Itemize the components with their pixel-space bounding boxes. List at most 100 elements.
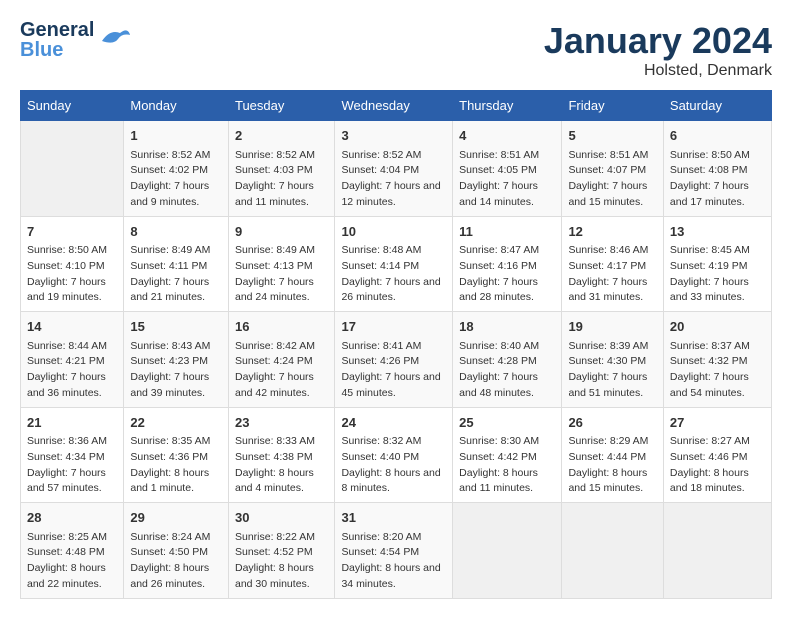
calendar-cell: 22Sunrise: 8:35 AM Sunset: 4:36 PM Dayli… (124, 407, 229, 503)
day-info: Sunrise: 8:40 AM Sunset: 4:28 PM Dayligh… (459, 339, 555, 402)
day-number: 6 (670, 126, 765, 146)
day-info: Sunrise: 8:44 AM Sunset: 4:21 PM Dayligh… (27, 339, 117, 402)
calendar-cell: 5Sunrise: 8:51 AM Sunset: 4:07 PM Daylig… (562, 121, 663, 217)
day-number: 26 (568, 413, 656, 433)
day-number: 4 (459, 126, 555, 146)
calendar-week-row: 14Sunrise: 8:44 AM Sunset: 4:21 PM Dayli… (21, 312, 772, 408)
day-number: 3 (341, 126, 446, 146)
day-number: 1 (130, 126, 222, 146)
calendar-table: Sunday Monday Tuesday Wednesday Thursday… (20, 90, 772, 599)
day-number: 21 (27, 413, 117, 433)
day-number: 19 (568, 317, 656, 337)
calendar-cell: 27Sunrise: 8:27 AM Sunset: 4:46 PM Dayli… (663, 407, 771, 503)
calendar-cell: 7Sunrise: 8:50 AM Sunset: 4:10 PM Daylig… (21, 216, 124, 312)
day-info: Sunrise: 8:30 AM Sunset: 4:42 PM Dayligh… (459, 434, 555, 497)
calendar-cell: 12Sunrise: 8:46 AM Sunset: 4:17 PM Dayli… (562, 216, 663, 312)
calendar-week-row: 1Sunrise: 8:52 AM Sunset: 4:02 PM Daylig… (21, 121, 772, 217)
day-number: 7 (27, 222, 117, 242)
day-info: Sunrise: 8:20 AM Sunset: 4:54 PM Dayligh… (341, 530, 446, 593)
day-number: 20 (670, 317, 765, 337)
calendar-cell: 26Sunrise: 8:29 AM Sunset: 4:44 PM Dayli… (562, 407, 663, 503)
day-number: 14 (27, 317, 117, 337)
day-info: Sunrise: 8:24 AM Sunset: 4:50 PM Dayligh… (130, 530, 222, 593)
day-info: Sunrise: 8:52 AM Sunset: 4:02 PM Dayligh… (130, 148, 222, 211)
day-number: 9 (235, 222, 328, 242)
calendar-cell: 14Sunrise: 8:44 AM Sunset: 4:21 PM Dayli… (21, 312, 124, 408)
calendar-cell (663, 503, 771, 599)
calendar-cell: 2Sunrise: 8:52 AM Sunset: 4:03 PM Daylig… (228, 121, 334, 217)
col-saturday: Saturday (663, 91, 771, 121)
day-number: 17 (341, 317, 446, 337)
calendar-cell: 21Sunrise: 8:36 AM Sunset: 4:34 PM Dayli… (21, 407, 124, 503)
day-number: 16 (235, 317, 328, 337)
day-info: Sunrise: 8:48 AM Sunset: 4:14 PM Dayligh… (341, 243, 446, 306)
day-number: 13 (670, 222, 765, 242)
col-thursday: Thursday (453, 91, 562, 121)
calendar-cell: 10Sunrise: 8:48 AM Sunset: 4:14 PM Dayli… (335, 216, 453, 312)
day-number: 15 (130, 317, 222, 337)
col-monday: Monday (124, 91, 229, 121)
calendar-cell: 19Sunrise: 8:39 AM Sunset: 4:30 PM Dayli… (562, 312, 663, 408)
day-number: 24 (341, 413, 446, 433)
calendar-cell: 16Sunrise: 8:42 AM Sunset: 4:24 PM Dayli… (228, 312, 334, 408)
col-tuesday: Tuesday (228, 91, 334, 121)
day-info: Sunrise: 8:43 AM Sunset: 4:23 PM Dayligh… (130, 339, 222, 402)
day-number: 8 (130, 222, 222, 242)
day-info: Sunrise: 8:29 AM Sunset: 4:44 PM Dayligh… (568, 434, 656, 497)
col-sunday: Sunday (21, 91, 124, 121)
calendar-cell (453, 503, 562, 599)
day-number: 2 (235, 126, 328, 146)
day-number: 31 (341, 508, 446, 528)
col-wednesday: Wednesday (335, 91, 453, 121)
day-number: 25 (459, 413, 555, 433)
calendar-cell (562, 503, 663, 599)
day-info: Sunrise: 8:22 AM Sunset: 4:52 PM Dayligh… (235, 530, 328, 593)
location: Holsted, Denmark (544, 62, 772, 80)
day-info: Sunrise: 8:33 AM Sunset: 4:38 PM Dayligh… (235, 434, 328, 497)
day-number: 18 (459, 317, 555, 337)
day-info: Sunrise: 8:41 AM Sunset: 4:26 PM Dayligh… (341, 339, 446, 402)
day-info: Sunrise: 8:35 AM Sunset: 4:36 PM Dayligh… (130, 434, 222, 497)
calendar-cell: 9Sunrise: 8:49 AM Sunset: 4:13 PM Daylig… (228, 216, 334, 312)
day-info: Sunrise: 8:42 AM Sunset: 4:24 PM Dayligh… (235, 339, 328, 402)
col-friday: Friday (562, 91, 663, 121)
day-info: Sunrise: 8:27 AM Sunset: 4:46 PM Dayligh… (670, 434, 765, 497)
day-info: Sunrise: 8:37 AM Sunset: 4:32 PM Dayligh… (670, 339, 765, 402)
calendar-cell: 4Sunrise: 8:51 AM Sunset: 4:05 PM Daylig… (453, 121, 562, 217)
calendar-cell (21, 121, 124, 217)
month-title: January 2024 (544, 20, 772, 62)
day-number: 22 (130, 413, 222, 433)
day-info: Sunrise: 8:50 AM Sunset: 4:08 PM Dayligh… (670, 148, 765, 211)
day-info: Sunrise: 8:45 AM Sunset: 4:19 PM Dayligh… (670, 243, 765, 306)
day-info: Sunrise: 8:49 AM Sunset: 4:11 PM Dayligh… (130, 243, 222, 306)
day-info: Sunrise: 8:52 AM Sunset: 4:04 PM Dayligh… (341, 148, 446, 211)
header-row: Sunday Monday Tuesday Wednesday Thursday… (21, 91, 772, 121)
calendar-cell: 28Sunrise: 8:25 AM Sunset: 4:48 PM Dayli… (21, 503, 124, 599)
day-info: Sunrise: 8:52 AM Sunset: 4:03 PM Dayligh… (235, 148, 328, 211)
day-info: Sunrise: 8:36 AM Sunset: 4:34 PM Dayligh… (27, 434, 117, 497)
page-header: General Blue January 2024 Holsted, Denma… (20, 20, 772, 80)
calendar-week-row: 7Sunrise: 8:50 AM Sunset: 4:10 PM Daylig… (21, 216, 772, 312)
day-number: 12 (568, 222, 656, 242)
calendar-cell: 11Sunrise: 8:47 AM Sunset: 4:16 PM Dayli… (453, 216, 562, 312)
day-info: Sunrise: 8:50 AM Sunset: 4:10 PM Dayligh… (27, 243, 117, 306)
day-info: Sunrise: 8:32 AM Sunset: 4:40 PM Dayligh… (341, 434, 446, 497)
calendar-cell: 15Sunrise: 8:43 AM Sunset: 4:23 PM Dayli… (124, 312, 229, 408)
calendar-cell: 8Sunrise: 8:49 AM Sunset: 4:11 PM Daylig… (124, 216, 229, 312)
calendar-cell: 20Sunrise: 8:37 AM Sunset: 4:32 PM Dayli… (663, 312, 771, 408)
calendar-week-row: 21Sunrise: 8:36 AM Sunset: 4:34 PM Dayli… (21, 407, 772, 503)
logo: General Blue (20, 20, 132, 60)
calendar-cell: 1Sunrise: 8:52 AM Sunset: 4:02 PM Daylig… (124, 121, 229, 217)
day-info: Sunrise: 8:39 AM Sunset: 4:30 PM Dayligh… (568, 339, 656, 402)
calendar-cell: 17Sunrise: 8:41 AM Sunset: 4:26 PM Dayli… (335, 312, 453, 408)
day-number: 28 (27, 508, 117, 528)
calendar-cell: 18Sunrise: 8:40 AM Sunset: 4:28 PM Dayli… (453, 312, 562, 408)
day-number: 27 (670, 413, 765, 433)
calendar-cell: 24Sunrise: 8:32 AM Sunset: 4:40 PM Dayli… (335, 407, 453, 503)
calendar-cell: 23Sunrise: 8:33 AM Sunset: 4:38 PM Dayli… (228, 407, 334, 503)
calendar-week-row: 28Sunrise: 8:25 AM Sunset: 4:48 PM Dayli… (21, 503, 772, 599)
day-info: Sunrise: 8:51 AM Sunset: 4:05 PM Dayligh… (459, 148, 555, 211)
day-number: 5 (568, 126, 656, 146)
day-number: 11 (459, 222, 555, 242)
day-info: Sunrise: 8:49 AM Sunset: 4:13 PM Dayligh… (235, 243, 328, 306)
